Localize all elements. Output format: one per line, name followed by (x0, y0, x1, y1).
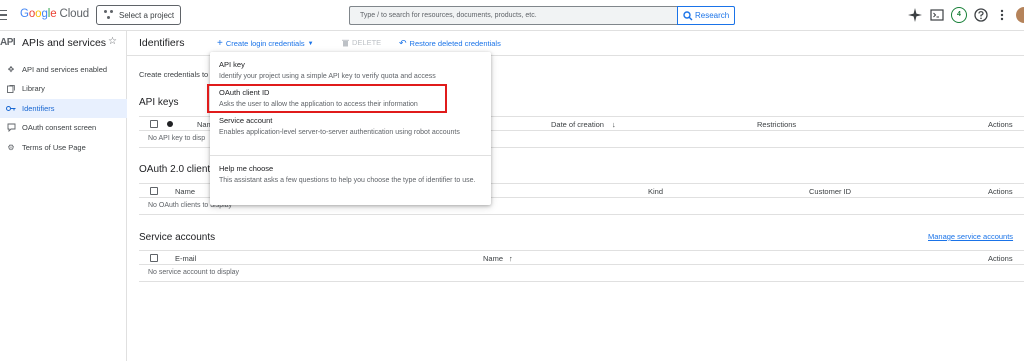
settings-icon: ⚙ (7, 143, 15, 152)
consent-icon (0, 123, 22, 132)
sidebar-item-oauth-consent[interactable]: OAuth consent screen (0, 118, 127, 137)
menu-icon[interactable] (0, 9, 8, 21)
select-all-checkbox[interactable] (150, 254, 158, 262)
sparkle-icon[interactable] (908, 8, 922, 22)
api-keys-empty-message: No API key to disp (148, 135, 206, 142)
column-header-actions: Actions (988, 187, 1013, 196)
logo-letter: e (50, 8, 57, 20)
menu-item-title: Help me choose (219, 164, 274, 173)
dropdown-arrow-icon: ▼ (307, 40, 314, 47)
column-header-email[interactable]: E-mail (175, 254, 196, 263)
undo-icon: ↶ (399, 38, 407, 48)
delete-button[interactable]: DELETE (342, 38, 381, 47)
create-credentials-button[interactable]: + Create login credentials ▼ (217, 38, 314, 49)
manage-service-accounts-link[interactable]: Manage service accounts (928, 232, 1013, 241)
menu-item-api-key[interactable]: API key Identify your project using a si… (219, 60, 484, 82)
column-header-actions: Actions (988, 120, 1013, 129)
menu-divider (210, 155, 491, 156)
menu-item-description: Identify your project using a simple API… (219, 73, 436, 80)
menu-item-description: Enables application-level server-to-serv… (219, 129, 460, 136)
api-badge: API (0, 37, 16, 48)
column-header-restrictions: Restrictions (757, 120, 797, 129)
page-title: Identifiers (139, 37, 185, 49)
sidebar-item-identifiers[interactable]: Identifiers (0, 99, 127, 118)
sidebar-item-terms[interactable]: ⚙ Terms of Use Page (0, 138, 127, 157)
sidebar-title: APIs and services (22, 37, 107, 49)
arrow-down-icon[interactable]: ↓ (612, 120, 616, 129)
sidebar-item-label: Identifiers (22, 104, 55, 113)
page-description: Create credentials to (139, 70, 209, 79)
status-dot-icon (167, 121, 173, 127)
oauth-clients-title: OAuth 2.0 client (139, 164, 211, 175)
sidebar-item-label: Terms of Use Page (22, 143, 86, 152)
pin-star-icon[interactable]: ☆ (108, 36, 117, 47)
search-button-label: Research (695, 11, 730, 20)
create-credentials-menu: API key Identify your project using a si… (210, 52, 491, 205)
sidebar-item-label: API and services enabled (22, 65, 108, 74)
trash-icon (342, 39, 349, 46)
library-icon (0, 84, 22, 93)
logo-letter: G (20, 8, 29, 20)
column-header-kind: Kind (648, 187, 664, 196)
delete-label: DELETE (352, 38, 382, 47)
menu-item-title: API key (219, 60, 245, 69)
create-credentials-label: Create login credentials (225, 39, 305, 48)
menu-item-title: Service account (219, 116, 273, 125)
help-icon[interactable] (974, 8, 988, 22)
service-accounts-title: Service accounts (139, 232, 216, 243)
select-all-checkbox[interactable] (150, 120, 158, 128)
column-header-name[interactable]: Name (175, 187, 195, 196)
restore-credentials-button[interactable]: ↶ Restore deleted credentials (399, 38, 501, 49)
select-project-label: Select a project (119, 10, 175, 20)
search-input[interactable]: Type / to search for resources, document… (349, 6, 678, 25)
restore-label: Restore deleted credentials (409, 39, 501, 48)
sidebar-item-api-services-enabled[interactable]: ✥ API and services enabled (0, 60, 127, 79)
column-header-date[interactable]: Date of creation (551, 120, 604, 129)
divider (139, 214, 1024, 215)
sidebar-item-library[interactable]: Library (0, 79, 127, 98)
arrow-up-icon[interactable]: ↑ (509, 254, 513, 263)
move-icon: ✥ (7, 65, 15, 74)
project-icon (104, 10, 114, 20)
notifications-count-badge[interactable]: 4 (951, 7, 967, 23)
divider (139, 281, 1024, 282)
key-icon (0, 105, 22, 112)
select-all-checkbox[interactable] (150, 187, 158, 195)
more-vert-icon[interactable] (995, 8, 1009, 22)
highlight-box (207, 84, 447, 113)
search-icon (683, 10, 693, 20)
select-project-button[interactable]: Select a project (96, 5, 181, 25)
column-header-name[interactable]: Name (483, 254, 503, 263)
google-cloud-logo[interactable]: Google Cloud (20, 8, 89, 20)
sidebar-item-label: Library (22, 84, 45, 93)
column-header-customer-id: Customer ID (809, 187, 852, 196)
sidebar-item-label: OAuth consent screen (22, 123, 97, 132)
plus-icon: + (217, 38, 223, 49)
service-accounts-empty-message: No service account to display (148, 269, 240, 276)
column-header-actions: Actions (988, 254, 1013, 263)
menu-item-description: This assistant asks a few questions to h… (219, 177, 476, 184)
logo-cloud-text: Cloud (59, 8, 90, 20)
service-accounts-header-row: E-mail Name ↑ Actions (139, 250, 1024, 265)
terminal-icon[interactable] (930, 8, 944, 22)
menu-item-help-me-choose[interactable]: Help me choose This assistant asks a few… (219, 164, 484, 186)
menu-item-service-account[interactable]: Service account Enables application-leve… (219, 116, 484, 138)
api-keys-title: API keys (139, 97, 179, 108)
search-button[interactable]: Research (677, 6, 735, 25)
